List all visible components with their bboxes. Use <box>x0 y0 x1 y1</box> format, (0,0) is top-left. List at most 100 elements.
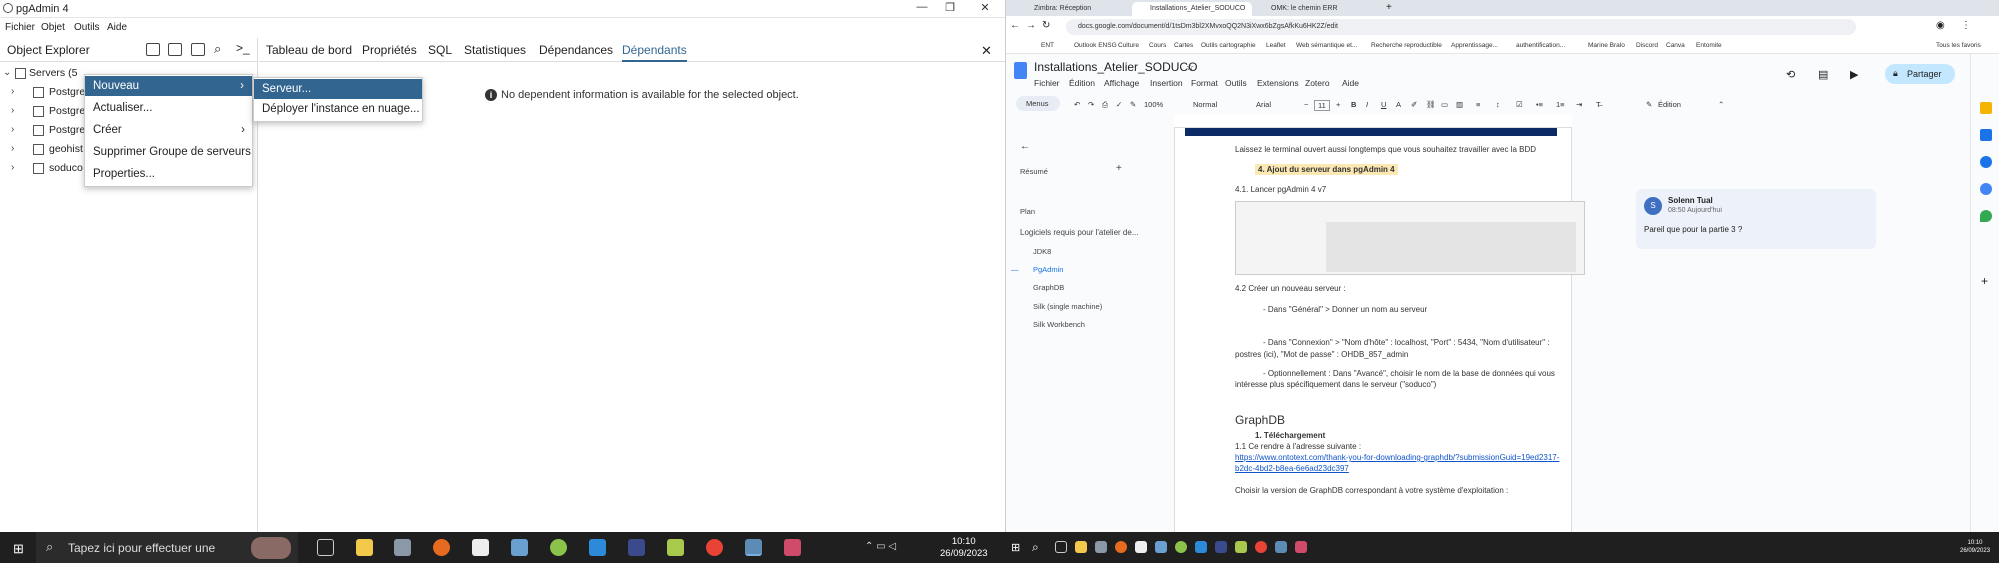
powershell-icon[interactable] <box>628 539 645 556</box>
tab-dashboard[interactable]: Tableau de bord <box>266 43 352 57</box>
menu-fichier[interactable]: Fichier <box>5 22 35 33</box>
bookmark[interactable]: Cours <box>1149 42 1166 49</box>
image-icon[interactable]: ▨ <box>1456 100 1463 109</box>
comment-card[interactable]: S Solenn Tual 08:50 Aujourd'hui Pareil q… <box>1636 189 1876 249</box>
outline-item[interactable]: JDK8 <box>1033 247 1051 256</box>
file-explorer-icon[interactable] <box>356 539 373 556</box>
search-icon[interactable]: ⌕ <box>1032 540 1039 555</box>
back-icon[interactable]: ← <box>1010 20 1020 31</box>
taskbar-clock[interactable]: 10:10 26/09/2023 <box>940 536 988 560</box>
bookmark[interactable]: Recherche reproductible <box>1371 42 1442 49</box>
qgis-icon[interactable] <box>550 539 567 556</box>
windows-start-icon[interactable]: ⊞ <box>1011 541 1020 554</box>
windows-start-icon[interactable]: ⊞ <box>13 541 24 557</box>
doc-link[interactable]: https://www.ontotext.com/thank-you-for-d… <box>1235 453 1559 462</box>
powershell-icon[interactable] <box>1215 541 1227 553</box>
app-icon[interactable] <box>511 539 528 556</box>
align-icon[interactable]: ≡ <box>1476 100 1480 109</box>
docs-menu-item[interactable]: Aide <box>1342 78 1359 88</box>
table-icon[interactable] <box>168 43 182 56</box>
menus-button[interactable]: Menus <box>1016 96 1060 111</box>
font-size-input[interactable]: 11 <box>1314 100 1330 111</box>
search-icon[interactable]: ⌕ <box>214 41 221 57</box>
chevron-right-icon[interactable]: › <box>11 86 14 97</box>
screenshot-image[interactable] <box>1235 201 1585 275</box>
bookmark[interactable]: Entomite <box>1696 42 1722 49</box>
system-tray-icon[interactable]: ⌃ ▭ ◁ <box>865 541 896 552</box>
chevron-right-icon[interactable]: › <box>11 105 14 116</box>
app-icon[interactable] <box>1155 541 1167 553</box>
keep-icon[interactable] <box>1980 102 1992 114</box>
line-spacing-icon[interactable]: ↕ <box>1496 100 1500 109</box>
qgis-icon[interactable] <box>1175 541 1187 553</box>
browser-tab[interactable]: Zimbra: Réception <box>1016 2 1131 16</box>
close-panel-icon[interactable]: ✕ <box>981 43 992 59</box>
undo-icon[interactable]: ↶ <box>1074 100 1080 109</box>
reload-icon[interactable]: ↻ <box>1042 20 1050 31</box>
file-explorer-icon[interactable] <box>1075 541 1087 553</box>
chrome-icon[interactable] <box>706 539 723 556</box>
add-summary-icon[interactable]: + <box>1116 163 1122 174</box>
docs-menu-item[interactable]: Format <box>1191 78 1218 88</box>
menu-item-creer[interactable]: Créer › <box>93 124 245 136</box>
chevron-right-icon[interactable]: › <box>11 124 14 135</box>
vscode-icon[interactable] <box>589 539 606 556</box>
forward-icon[interactable]: → <box>1026 20 1036 31</box>
firefox-icon[interactable] <box>1115 541 1127 553</box>
minimize-icon[interactable]: — <box>912 1 932 17</box>
browser-tab[interactable]: OMK: le chemin ERR <box>1253 2 1373 16</box>
menu-objet[interactable]: Objet <box>41 22 65 33</box>
bookmark[interactable]: Tous les favoris <box>1936 42 1981 49</box>
maximize-icon[interactable]: ❐ <box>940 1 960 17</box>
menu-outils[interactable]: Outils <box>74 22 100 33</box>
browser-tab-active[interactable]: Installations_Atelier_SODUCO <box>1132 2 1252 16</box>
maps-icon[interactable] <box>1980 210 1992 222</box>
italic-icon[interactable]: I <box>1366 100 1368 109</box>
bookmark[interactable]: authentification... <box>1516 42 1565 49</box>
chevron-right-icon[interactable]: › <box>11 143 14 154</box>
terminal-icon[interactable]: >_ <box>236 41 250 55</box>
bookmark[interactable]: Web sémantique et... <box>1296 42 1357 49</box>
editing-mode-select[interactable]: Édition <box>1658 100 1681 109</box>
tab-dependents[interactable]: Dépendants <box>622 43 687 62</box>
redo-icon[interactable]: ↷ <box>1088 100 1094 109</box>
back-arrow-icon[interactable]: ← <box>1020 141 1030 152</box>
bookmark[interactable]: Cartes <box>1174 42 1193 49</box>
document-page[interactable]: Laissez le terminal ouvert aussi longtem… <box>1174 128 1585 532</box>
paint-format-icon[interactable]: ✎ <box>1130 100 1136 109</box>
new-tab-icon[interactable]: + <box>1386 2 1392 13</box>
query-tool-icon[interactable] <box>146 43 160 56</box>
meet-icon[interactable]: ▶ <box>1850 68 1858 81</box>
zoom-select[interactable]: 100% <box>1144 100 1163 109</box>
print-icon[interactable]: ⎙ <box>1102 100 1108 110</box>
menu-item-properties[interactable]: Properties... <box>93 168 155 180</box>
outline-item-active[interactable]: PgAdmin <box>1033 265 1063 274</box>
docs-menu-item[interactable]: Zotero <box>1305 78 1330 88</box>
filter-icon[interactable] <box>191 43 205 56</box>
bookmark[interactable]: Apprentissage... <box>1451 42 1498 49</box>
tab-sql[interactable]: SQL <box>428 43 452 57</box>
firefox-icon[interactable] <box>433 539 450 556</box>
bookmark[interactable]: ENT <box>1041 42 1054 49</box>
document-title[interactable]: Installations_Atelier_SODUCO <box>1034 60 1197 74</box>
link-icon[interactable]: ⛓ <box>1426 100 1436 109</box>
outline-item[interactable]: Silk Workbench <box>1033 320 1085 329</box>
bookmark[interactable]: Discord <box>1636 42 1658 49</box>
pgadmin-icon[interactable] <box>745 539 762 556</box>
vscode-icon[interactable] <box>1195 541 1207 553</box>
bookmark[interactable]: Culture <box>1118 42 1139 49</box>
tab-dependencies[interactable]: Dépendances <box>539 43 613 57</box>
font-select[interactable]: Arial <box>1256 100 1271 109</box>
docs-menu-item[interactable]: Édition <box>1069 78 1095 88</box>
app-icon[interactable] <box>1235 541 1247 553</box>
app-icon[interactable] <box>784 539 801 556</box>
docs-menu-item[interactable]: Insertion <box>1150 78 1183 88</box>
url-input[interactable]: docs.google.com/document/d/1tsDm3bl2XMvx… <box>1066 19 1856 35</box>
star-icon[interactable]: ☆ <box>1186 62 1194 73</box>
font-size-increase-icon[interactable]: + <box>1336 100 1340 109</box>
outline-item[interactable]: Logiciels requis pour l'atelier de... <box>1020 228 1138 237</box>
contacts-icon[interactable] <box>1980 183 1992 195</box>
taskbar-search[interactable]: ⌕ Tapez ici pour effectuer une <box>36 532 298 563</box>
menu-item-deployer[interactable]: Déployer l'instance en nuage... <box>262 103 420 115</box>
chrome-icon[interactable] <box>1255 541 1267 553</box>
